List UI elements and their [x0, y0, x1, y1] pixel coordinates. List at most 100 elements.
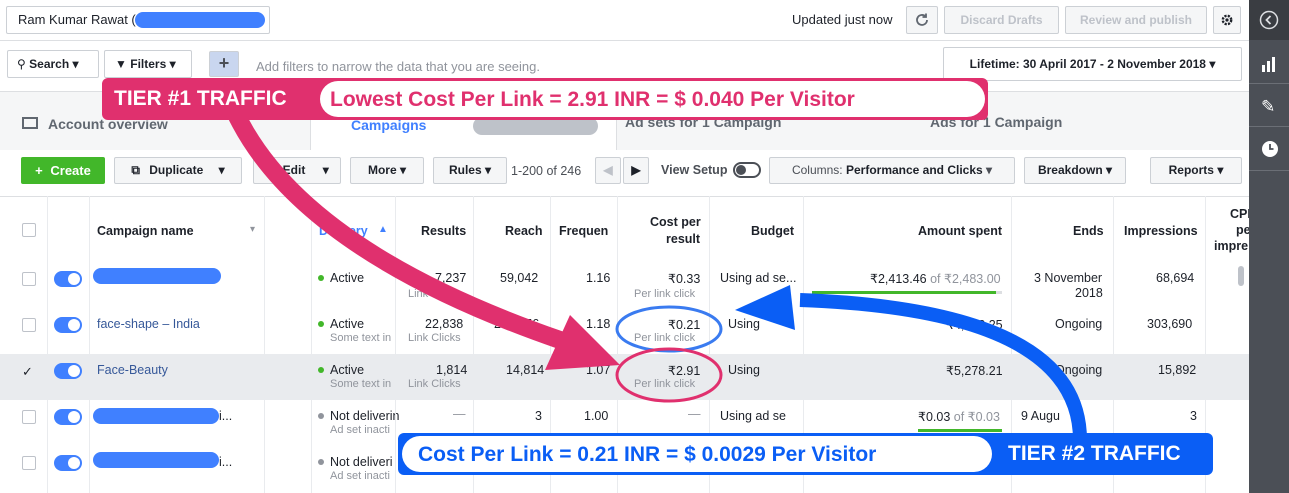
budget-value: Using	[728, 317, 760, 331]
redacted-account-id	[135, 12, 265, 28]
impressions-value: 3	[1190, 409, 1197, 423]
view-setup-label: View Setup	[661, 163, 728, 177]
create-button[interactable]: + Create	[21, 157, 105, 184]
col-impressions[interactable]: Impressions	[1124, 224, 1198, 238]
spend-progress-fill	[812, 291, 997, 294]
rules-label: Rules	[448, 163, 482, 177]
budget-value: Using ad se	[720, 409, 787, 423]
rules-button[interactable]: Rules ▾	[433, 157, 507, 184]
collapse-panel-button[interactable]	[1249, 0, 1289, 40]
tier2-label: TIER #2 TRAFFIC	[1008, 442, 1181, 465]
search-icon: ⚲	[17, 57, 26, 71]
column-divider	[311, 196, 312, 493]
spent-amount: ₹0.03	[918, 410, 951, 424]
account-selector[interactable]: Ram Kumar Rawat (	[6, 6, 270, 34]
col-cost-per-result-line1[interactable]: Cost per	[650, 215, 701, 229]
spend-progress-bar	[812, 291, 1002, 294]
table-row[interactable]: face-shape – India Active Some text in 2…	[0, 308, 1249, 355]
row-checkbox[interactable]	[22, 272, 36, 286]
plus-icon: +	[35, 163, 43, 178]
toggle-knob	[68, 273, 80, 285]
ends-value: Ongoing	[1055, 363, 1103, 377]
filters-button[interactable]: ▼ Filters ▾	[104, 50, 192, 78]
date-range-selector[interactable]: Lifetime: 30 April 2017 - 2 November 201…	[943, 47, 1242, 81]
spent-amount: ₹4,683.25	[946, 318, 1003, 332]
chart-icon[interactable]	[1261, 55, 1279, 73]
campaign-toggle[interactable]	[54, 363, 82, 379]
discard-drafts-button[interactable]: Discard Drafts	[944, 6, 1059, 34]
next-page-button[interactable]: ▶	[623, 157, 649, 184]
reports-label: Reports	[1168, 163, 1214, 177]
toggle-knob	[736, 165, 746, 175]
col-cost-per-result-line2: result	[666, 232, 701, 246]
row-checkbox[interactable]	[22, 318, 36, 332]
redacted-campaign-name	[93, 452, 219, 468]
col-results[interactable]: Results	[421, 224, 466, 238]
duplicate-button[interactable]: ⧉ Duplicate ▾	[114, 157, 242, 184]
table-row[interactable]: Active 7,237 Link Clicks 59,042 1.16 ₹0.…	[0, 262, 1249, 309]
col-budget[interactable]: Budget	[751, 224, 794, 238]
clock-glyph	[1262, 141, 1278, 157]
review-publish-button[interactable]: Review and publish	[1065, 6, 1207, 34]
add-filter-button[interactable]: +	[209, 51, 239, 77]
scroll-indicator[interactable]	[1238, 266, 1244, 286]
chevron-down-icon: ▾	[322, 163, 329, 177]
cost-value: ₹0.21	[668, 318, 701, 332]
delivery-status: Not deliveri	[330, 455, 393, 469]
row-checkbox[interactable]	[22, 410, 36, 424]
row-checkbox[interactable]	[22, 456, 36, 470]
row-checkbox-checked[interactable]: ✓	[22, 364, 33, 380]
ends-value: 9 Augu	[1021, 409, 1060, 423]
create-label: Create	[50, 163, 91, 178]
reports-button[interactable]: Reports ▾	[1150, 157, 1242, 184]
account-overview-icon	[22, 117, 38, 129]
columns-button[interactable]: Columns: Performance and Clicks ▾	[769, 157, 1015, 184]
campaign-name[interactable]: Face-Beauty	[97, 363, 168, 377]
clock-icon[interactable]	[1261, 140, 1279, 158]
table-row[interactable]: ✓ Face-Beauty Active Some text in 1,814 …	[0, 354, 1249, 401]
ends-value-2: 2018	[1075, 286, 1103, 300]
col-delivery[interactable]: Delivery	[319, 224, 368, 238]
more-label: More	[367, 163, 397, 177]
pencil-sidebar-icon[interactable]: ✎	[1261, 97, 1275, 117]
status-dot	[318, 413, 324, 419]
col-amount-spent[interactable]: Amount spent	[918, 224, 1002, 238]
campaign-name[interactable]: face-shape – India	[97, 317, 200, 331]
frequency-value: 1.18	[586, 317, 611, 331]
results-value: 7,237	[435, 271, 467, 285]
edit-button[interactable]: ✎ Edit ▾	[253, 157, 341, 184]
search-button[interactable]: ⚲ Search ▾	[7, 50, 99, 78]
prev-page-button[interactable]: ◀	[595, 157, 621, 184]
campaign-name[interactable]: i...	[219, 409, 232, 423]
top-bar: Ram Kumar Rawat ( Updated just now Disca…	[0, 0, 1249, 41]
cost-value: ₹0.33	[668, 272, 701, 286]
status-dot	[318, 367, 324, 373]
reach-value: 59,042	[500, 271, 539, 285]
col-reach[interactable]: Reach	[505, 224, 543, 238]
results-value: 22,838	[425, 317, 464, 331]
table-header: Campaign name ▾ Delivery ▲ Results Reach…	[0, 196, 1258, 264]
sort-asc-icon: ▲	[378, 224, 388, 235]
settings-button[interactable]	[1213, 6, 1241, 34]
chart-bar	[1272, 57, 1275, 72]
results-sub: Link Clicks	[408, 378, 461, 390]
more-button[interactable]: More ▾	[350, 157, 424, 184]
col-ends[interactable]: Ends	[1073, 224, 1104, 238]
campaign-toggle[interactable]	[54, 271, 82, 287]
col-campaign-name[interactable]: Campaign name	[97, 224, 194, 238]
campaign-name[interactable]: i...	[219, 455, 232, 469]
breakdown-button[interactable]: Breakdown ▾	[1024, 157, 1126, 184]
col-frequency[interactable]: Frequen	[559, 224, 608, 238]
view-setup-toggle[interactable]	[733, 162, 761, 178]
refresh-button[interactable]	[906, 6, 938, 34]
campaign-toggle[interactable]	[54, 455, 82, 471]
cost-sub: Per link click	[634, 332, 696, 344]
cost-value: ₹2.91	[668, 364, 701, 378]
campaign-toggle[interactable]	[54, 317, 82, 333]
col-cpm-line3: impre	[1214, 239, 1249, 253]
campaign-toggle[interactable]	[54, 409, 82, 425]
refresh-icon	[916, 13, 928, 26]
select-all-checkbox[interactable]	[22, 223, 36, 237]
columns-value: Performance and Clicks	[845, 163, 983, 177]
ends-value: 3 November	[1034, 271, 1103, 285]
